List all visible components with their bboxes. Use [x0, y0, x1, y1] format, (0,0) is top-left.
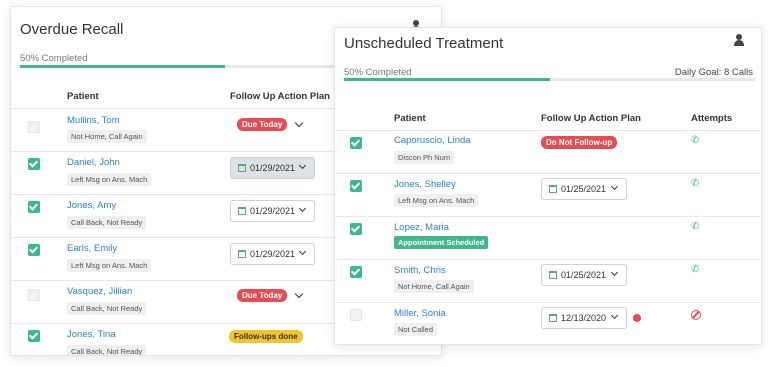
- row-checkbox[interactable]: [28, 158, 40, 170]
- calendar-icon: [238, 164, 246, 172]
- column-header-action: Follow Up Action Plan: [541, 113, 641, 124]
- card-title: Overdue Recall: [20, 21, 124, 38]
- progress-label: 50% Completed: [344, 67, 412, 78]
- calendar-icon: [238, 207, 246, 215]
- chevron-down-icon: [610, 311, 619, 320]
- row-checkbox[interactable]: [350, 266, 362, 278]
- follow-up-date: 01/25/2021: [561, 184, 607, 194]
- progress-label: 50% Completed: [20, 53, 88, 64]
- patient-name-link[interactable]: Caporuscio, Linda: [394, 135, 471, 146]
- appointment-scheduled-badge: Appointment Scheduled: [394, 236, 489, 249]
- follow-up-date: 12/13/2020: [561, 313, 607, 323]
- calendar-icon: [238, 250, 246, 258]
- phone-icon[interactable]: ✆: [691, 135, 699, 146]
- patient-name-link[interactable]: Mullins, Tom: [67, 115, 120, 126]
- chevron-down-icon: [298, 204, 307, 213]
- progress-bar: [344, 78, 755, 81]
- contact-note: Call Back, Not Ready: [67, 216, 147, 229]
- contact-note: Discon Ph Num: [394, 151, 455, 164]
- follow-up-date: 01/29/2021: [250, 163, 296, 173]
- patient-name-link[interactable]: Vasquez, Jillian: [67, 286, 132, 297]
- no-call-icon: [691, 310, 701, 320]
- row-checkbox[interactable]: [28, 121, 40, 133]
- row-checkbox[interactable]: [350, 137, 362, 149]
- column-header-patient: Patient: [394, 113, 426, 124]
- row-checkbox[interactable]: [350, 180, 362, 192]
- status-badge: Due Today: [237, 289, 288, 302]
- status-badge: Follow-ups done: [229, 330, 303, 343]
- follow-up-date: 01/25/2021: [561, 270, 607, 280]
- chevron-down-icon: [610, 268, 619, 277]
- row-checkbox[interactable]: [28, 289, 40, 301]
- patient-name-link[interactable]: Daniel, John: [67, 157, 120, 168]
- unscheduled-treatment-card: Unscheduled Treatment 50% Completed Dail…: [334, 27, 762, 345]
- patient-name-link[interactable]: Jones, Amy: [67, 200, 116, 211]
- follow-up-date-dropdown[interactable]: 01/29/2021: [230, 200, 315, 222]
- column-header-patient: Patient: [67, 91, 99, 102]
- chevron-down-icon: [298, 247, 307, 256]
- table-row: Jones, Shelley Left Msg on Ans. Mach 01/…: [335, 173, 761, 216]
- follow-up-date: 01/29/2021: [250, 206, 296, 216]
- contact-note: Left Msg on Ans. Mach: [67, 259, 152, 272]
- contact-note: Left Msg on Ans. Mach: [67, 173, 152, 186]
- calendar-icon: [549, 185, 557, 193]
- row-checkbox[interactable]: [28, 244, 40, 256]
- column-header-attempts: Attempts: [691, 113, 733, 124]
- follow-up-date: 01/29/2021: [250, 249, 296, 259]
- follow-up-date-dropdown[interactable]: 01/29/2021: [230, 157, 315, 179]
- patient-name-link[interactable]: Earls, Emily: [67, 243, 117, 254]
- follow-up-date-dropdown[interactable]: 01/29/2021: [230, 243, 315, 265]
- phone-icon[interactable]: ✆: [691, 178, 699, 189]
- chevron-down-icon[interactable]: [294, 289, 304, 299]
- column-header-action: Follow Up Action Plan: [230, 91, 330, 102]
- status-dot: [633, 314, 641, 322]
- table-row: Caporuscio, Linda Discon Ph Num Do Not F…: [335, 130, 761, 173]
- follow-up-date-dropdown[interactable]: 01/25/2021: [541, 178, 627, 200]
- follow-up-date-dropdown[interactable]: 12/13/2020: [541, 307, 627, 329]
- row-checkbox[interactable]: [350, 309, 362, 321]
- contact-note: Call Back, Not Ready: [67, 345, 147, 355]
- chevron-down-icon: [298, 161, 307, 170]
- table-row: Miller, Sonia Not Called 12/13/2020: [335, 302, 761, 344]
- chevron-down-icon[interactable]: [294, 118, 304, 128]
- progress-bar-fill: [20, 65, 225, 68]
- card-title: Unscheduled Treatment: [344, 35, 504, 52]
- table-row: Smith, Chris Not Home, Call Again 01/25/…: [335, 259, 761, 302]
- status-badge: Do Not Follow-up: [541, 136, 618, 149]
- chevron-down-icon: [610, 182, 619, 191]
- status-badge: Due Today: [237, 118, 288, 131]
- patient-name-link[interactable]: Smith, Chris: [394, 265, 446, 276]
- row-checkbox[interactable]: [350, 223, 362, 235]
- follow-up-date-dropdown[interactable]: 01/25/2021: [541, 264, 627, 286]
- row-checkbox[interactable]: [28, 330, 40, 342]
- calendar-icon: [549, 271, 557, 279]
- row-checkbox[interactable]: [28, 201, 40, 213]
- contact-note: Not Home, Call Again: [67, 130, 147, 143]
- contact-note: Not Home, Call Again: [394, 280, 474, 293]
- patient-name-link[interactable]: Jones, Tina: [67, 329, 116, 340]
- phone-icon[interactable]: ✆: [691, 221, 699, 232]
- calendar-icon: [549, 314, 557, 322]
- table-row: Lopez, Maria Appointment Scheduled ✆: [335, 216, 761, 259]
- contact-note: Not Called: [394, 323, 438, 336]
- phone-icon[interactable]: ✆: [691, 264, 699, 275]
- patient-name-link[interactable]: Miller, Sonia: [394, 308, 446, 319]
- patient-name-link[interactable]: Jones, Shelley: [394, 179, 456, 190]
- contact-note: Call Back, Not Ready: [67, 302, 147, 315]
- daily-goal: Daily Goal: 8 Calls: [674, 67, 753, 78]
- patient-name-link[interactable]: Lopez, Maria: [394, 222, 449, 233]
- progress-bar-fill: [344, 78, 550, 81]
- contact-note: Left Msg on Ans. Mach: [394, 194, 479, 207]
- user-icon[interactable]: [733, 34, 745, 46]
